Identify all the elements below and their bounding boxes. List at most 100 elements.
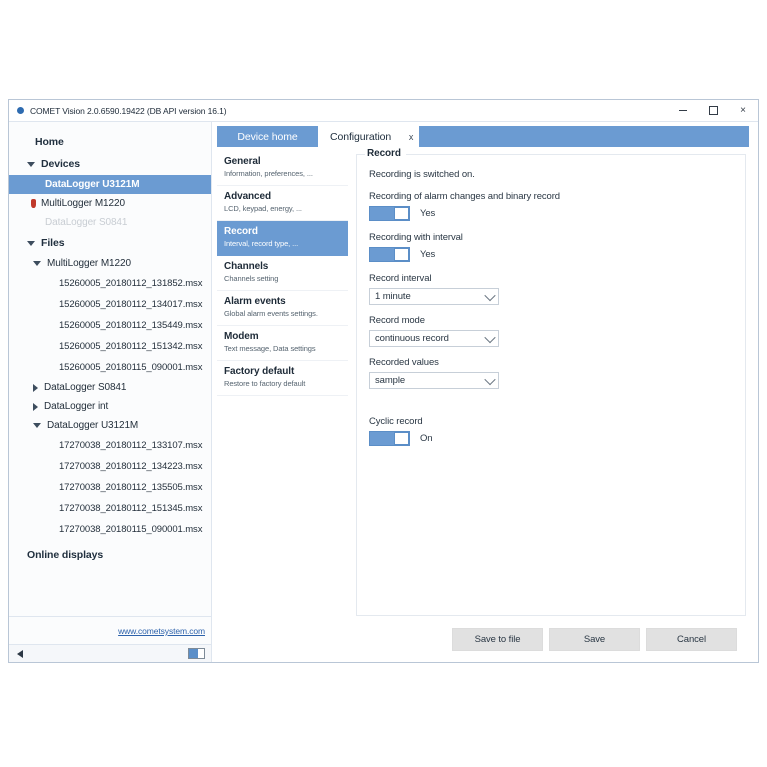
sidebar-item-datalogger-u3121m[interactable]: DataLogger U3121M — [9, 175, 211, 194]
recording-with-interval-label: Recording with interval — [369, 232, 463, 243]
chevron-right-icon — [33, 402, 38, 411]
minimize-icon[interactable] — [668, 100, 698, 121]
window-title: COMET Vision 2.0.6590.19422 (DB API vers… — [30, 105, 227, 116]
sidebar-horizontal-scrollbar[interactable] — [9, 645, 211, 662]
confnav-title: Alarm events — [224, 296, 286, 307]
sidebar: Home Devices DataLogger U3121M MultiLogg… — [9, 122, 212, 662]
tab-device-home[interactable]: Device home — [217, 126, 318, 147]
configuration-nav: General Information, preferences, ... Ad… — [217, 151, 348, 616]
tab-close-icon[interactable]: x — [403, 126, 419, 147]
recorded-values-label: Recorded values — [369, 357, 439, 368]
file-group-label: DataLogger S0841 — [44, 382, 127, 393]
confnav-title: Factory default — [224, 366, 295, 377]
device-label: DataLogger S0841 — [45, 217, 128, 228]
toggle-knob — [394, 432, 409, 445]
application-window: COMET Vision 2.0.6590.19422 (DB API vers… — [8, 99, 759, 663]
save-to-file-button[interactable]: Save to file — [452, 627, 543, 651]
scrollbar-thumb[interactable] — [188, 648, 205, 659]
file-group-label: DataLogger int — [44, 401, 109, 412]
list-item[interactable]: 15260005_20180112_151342.msx — [9, 336, 211, 357]
alarm-binary-record-row: Yes — [369, 206, 733, 221]
confnav-item-modem[interactable]: Modem Text message, Data settings — [217, 326, 348, 361]
record-mode-label: Record mode — [369, 315, 425, 326]
recording-with-interval-toggle[interactable] — [369, 247, 410, 262]
record-mode-select[interactable]: continuous record — [369, 330, 499, 347]
chevron-down-icon — [484, 373, 496, 385]
cancel-button[interactable]: Cancel — [646, 627, 737, 651]
list-item[interactable]: 17270038_20180112_151345.msx — [9, 498, 211, 519]
sidebar-item-online-displays[interactable]: Online displays — [9, 540, 211, 566]
confnav-subtitle: Information, preferences, ... — [224, 169, 313, 178]
record-settings-area: Record Recording is switched on. Recordi… — [348, 148, 758, 616]
confnav-title: Modem — [224, 331, 259, 342]
list-item[interactable]: 15260005_20180112_135449.msx — [9, 315, 211, 336]
tab-configuration[interactable]: Configuration — [318, 126, 403, 147]
sidebar-item-datalogger-s0841-offline[interactable]: DataLogger S0841 — [9, 213, 211, 232]
list-item[interactable]: 15260005_20180115_090001.msx — [9, 357, 211, 378]
sidebar-item-multilogger-m1220[interactable]: MultiLogger M1220 — [9, 194, 211, 213]
window-body: Home Devices DataLogger U3121M MultiLogg… — [9, 122, 758, 662]
confnav-title: Advanced — [224, 191, 271, 202]
tab-bar: Device home Configuration x — [212, 122, 758, 147]
list-item[interactable]: 15260005_20180112_131852.msx — [9, 273, 211, 294]
record-interval-select[interactable]: 1 minute — [369, 288, 499, 305]
confnav-title: Record — [224, 226, 258, 237]
action-button-bar: Save to file Save Cancel — [212, 616, 758, 662]
maximize-icon[interactable] — [698, 100, 728, 121]
record-mode-value: continuous record — [375, 333, 449, 344]
confnav-item-record[interactable]: Record Interval, record type, ... — [217, 221, 348, 256]
file-group-multilogger-m1220[interactable]: MultiLogger M1220 — [9, 254, 211, 273]
confnav-subtitle: Restore to factory default — [224, 379, 306, 388]
confnav-title: Channels — [224, 261, 269, 272]
close-icon[interactable]: × — [728, 100, 758, 121]
confnav-item-advanced[interactable]: Advanced LCD, keypad, energy, ... — [217, 186, 348, 221]
file-group-datalogger-u3121m[interactable]: DataLogger U3121M — [9, 416, 211, 435]
chevron-down-icon — [27, 161, 35, 167]
confnav-subtitle: Global alarm events settings. — [224, 309, 318, 318]
device-label: DataLogger U3121M — [45, 179, 140, 190]
save-button[interactable]: Save — [549, 627, 640, 651]
chevron-down-icon — [484, 331, 496, 343]
confnav-item-channels[interactable]: Channels Channels setting — [217, 256, 348, 291]
cometsystem-link[interactable]: www.cometsystem.com — [118, 626, 205, 636]
list-item[interactable]: 17270038_20180112_133107.msx — [9, 435, 211, 456]
list-item[interactable]: 15260005_20180112_134017.msx — [9, 294, 211, 315]
record-interval-value: 1 minute — [375, 291, 411, 302]
sidebar-files-label: Files — [41, 237, 65, 249]
list-item[interactable]: 17270038_20180112_134223.msx — [9, 456, 211, 477]
sidebar-group-files[interactable]: Files — [9, 232, 211, 254]
record-card: Record Recording is switched on. Recordi… — [356, 148, 746, 616]
sidebar-item-home[interactable]: Home — [9, 131, 211, 153]
sidebar-footer: www.cometsystem.com — [9, 616, 211, 662]
confnav-item-general[interactable]: General Information, preferences, ... — [217, 151, 348, 186]
record-card-title: Record — [365, 148, 406, 159]
alarm-binary-record-toggle[interactable] — [369, 206, 410, 221]
confnav-subtitle: Channels setting — [224, 274, 279, 283]
scroll-left-icon[interactable] — [17, 649, 23, 658]
cyclic-record-toggle[interactable] — [369, 431, 410, 446]
alarm-binary-record-value: Yes — [420, 208, 436, 219]
list-item[interactable]: 17270038_20180112_135505.msx — [9, 477, 211, 498]
chevron-down-icon — [484, 289, 496, 301]
confnav-item-alarm-events[interactable]: Alarm events Global alarm events setting… — [217, 291, 348, 326]
sidebar-group-devices[interactable]: Devices — [9, 153, 211, 175]
file-group-datalogger-int[interactable]: DataLogger int — [9, 397, 211, 416]
file-group-label: MultiLogger M1220 — [47, 258, 131, 269]
chevron-down-icon — [27, 240, 35, 246]
cyclic-record-value: On — [420, 433, 433, 444]
recorded-values-select[interactable]: sample — [369, 372, 499, 389]
chevron-down-icon — [33, 423, 41, 428]
cyclic-record-label: Cyclic record — [369, 416, 423, 427]
confnav-item-factory-default[interactable]: Factory default Restore to factory defau… — [217, 361, 348, 396]
recorded-values-value: sample — [375, 375, 406, 386]
record-status-text: Recording is switched on. — [369, 169, 475, 180]
alarm-binary-record-label: Recording of alarm changes and binary re… — [369, 191, 560, 202]
sidebar-devices-label: Devices — [41, 158, 80, 170]
cyclic-record-row: On — [369, 431, 733, 446]
list-item[interactable]: 17270038_20180115_090001.msx — [9, 519, 211, 540]
record-interval-label: Record interval — [369, 273, 432, 284]
sidebar-home-label: Home — [35, 136, 64, 148]
file-group-datalogger-s0841[interactable]: DataLogger S0841 — [9, 378, 211, 397]
config-panes: General Information, preferences, ... Ad… — [212, 147, 758, 616]
